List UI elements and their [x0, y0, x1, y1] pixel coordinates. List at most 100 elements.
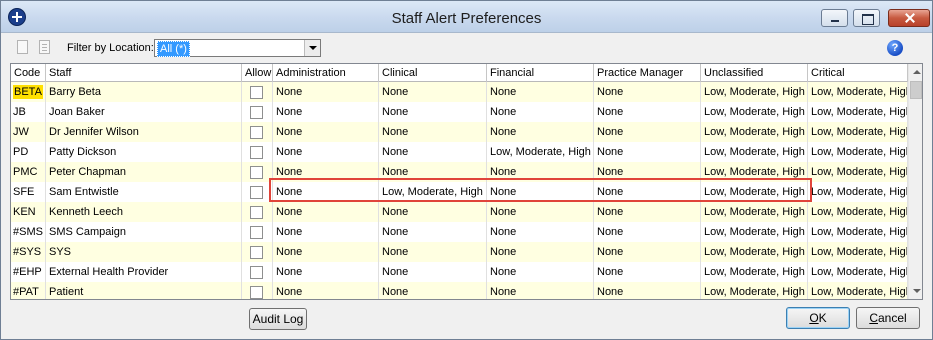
administration-cell[interactable]: None	[273, 82, 379, 102]
critical-cell[interactable]: Low, Moderate, High	[808, 282, 908, 299]
column-header-clinical[interactable]: Clinical	[379, 64, 487, 82]
practice-manager-cell[interactable]: None	[594, 222, 701, 242]
code-cell[interactable]: PD	[11, 142, 46, 162]
allow-checkbox[interactable]	[250, 186, 263, 199]
scroll-up-icon[interactable]	[909, 64, 922, 81]
allow-cell[interactable]	[242, 102, 273, 122]
code-cell[interactable]: #EHP	[11, 262, 46, 282]
allow-checkbox[interactable]	[250, 286, 263, 299]
allow-checkbox[interactable]	[250, 146, 263, 159]
unclassified-cell[interactable]: Low, Moderate, High	[701, 102, 808, 122]
unclassified-cell[interactable]: Low, Moderate, High	[701, 82, 808, 102]
clinical-cell[interactable]: None	[379, 102, 487, 122]
staff-cell[interactable]: Kenneth Leech	[46, 202, 242, 222]
allow-cell[interactable]	[242, 82, 273, 102]
close-button[interactable]	[888, 9, 930, 27]
administration-cell[interactable]: None	[273, 122, 379, 142]
table-row[interactable]: BETA Barry Beta None None None None Low, Moder…	[11, 82, 908, 102]
table-row[interactable]: KEN Kenneth Leech None None None None Low, Mod…	[11, 202, 908, 222]
administration-cell[interactable]: None	[273, 202, 379, 222]
allow-checkbox[interactable]	[250, 126, 263, 139]
critical-cell[interactable]: Low, Moderate, High	[808, 222, 908, 242]
table-row[interactable]: #EHP External Health Provider None None None…	[11, 262, 908, 282]
staff-cell[interactable]: Dr Jennifer Wilson	[46, 122, 242, 142]
code-cell[interactable]: JB	[11, 102, 46, 122]
allow-checkbox[interactable]	[250, 106, 263, 119]
critical-cell[interactable]: Low, Moderate, High	[808, 162, 908, 182]
practice-manager-cell[interactable]: None	[594, 122, 701, 142]
staff-cell[interactable]: SMS Campaign	[46, 222, 242, 242]
column-header-code[interactable]: Code	[11, 64, 46, 82]
practice-manager-cell[interactable]: None	[594, 102, 701, 122]
critical-cell[interactable]: Low, Moderate, High	[808, 182, 908, 202]
allow-checkbox[interactable]	[250, 266, 263, 279]
allow-cell[interactable]	[242, 282, 273, 299]
financial-cell[interactable]: None	[487, 102, 594, 122]
code-cell[interactable]: #SMS	[11, 222, 46, 242]
column-header-financial[interactable]: Financial	[487, 64, 594, 82]
filter-location-dropdown[interactable]: All (*)	[154, 39, 321, 57]
allow-cell[interactable]	[242, 262, 273, 282]
allow-cell[interactable]	[242, 242, 273, 262]
critical-cell[interactable]: Low, Moderate, High	[808, 242, 908, 262]
administration-cell[interactable]: None	[273, 262, 379, 282]
administration-cell[interactable]: None	[273, 282, 379, 299]
filter-location-value[interactable]: All (*)	[157, 41, 190, 57]
table-row[interactable]: #PAT Patient None None None None Low, Moderate…	[11, 282, 908, 299]
critical-cell[interactable]: Low, Moderate, High	[808, 142, 908, 162]
code-cell[interactable]: #PAT	[11, 282, 46, 299]
allow-cell[interactable]	[242, 202, 273, 222]
allow-checkbox[interactable]	[250, 166, 263, 179]
administration-cell[interactable]: None	[273, 102, 379, 122]
code-cell[interactable]: BETA	[11, 82, 46, 102]
staff-cell[interactable]: Joan Baker	[46, 102, 242, 122]
unclassified-cell[interactable]: Low, Moderate, High	[701, 282, 808, 299]
staff-cell[interactable]: Barry Beta	[46, 82, 242, 102]
allow-cell[interactable]	[242, 122, 273, 142]
staff-cell[interactable]: Sam Entwistle	[46, 182, 242, 202]
staff-cell[interactable]: External Health Provider	[46, 262, 242, 282]
financial-cell[interactable]: None	[487, 222, 594, 242]
financial-cell[interactable]: None	[487, 82, 594, 102]
code-cell[interactable]: JW	[11, 122, 46, 142]
financial-cell[interactable]: None	[487, 122, 594, 142]
clinical-cell[interactable]: None	[379, 222, 487, 242]
clinical-cell[interactable]: None	[379, 202, 487, 222]
unclassified-cell[interactable]: Low, Moderate, High	[701, 142, 808, 162]
allow-checkbox[interactable]	[250, 206, 263, 219]
practice-manager-cell[interactable]: None	[594, 282, 701, 299]
allow-checkbox[interactable]	[250, 246, 263, 259]
help-icon[interactable]: ?	[887, 40, 903, 56]
code-cell[interactable]: PMC	[11, 162, 46, 182]
clinical-cell[interactable]: None	[379, 142, 487, 162]
allow-cell[interactable]	[242, 222, 273, 242]
staff-alert-grid[interactable]: Code Staff Allow Administration Clinical Fina…	[10, 63, 923, 300]
clinical-cell[interactable]: None	[379, 262, 487, 282]
staff-cell[interactable]: SYS	[46, 242, 242, 262]
critical-cell[interactable]: Low, Moderate, High	[808, 102, 908, 122]
column-header-practice-manager[interactable]: Practice Manager	[594, 64, 701, 82]
allow-checkbox[interactable]	[250, 226, 263, 239]
unclassified-cell[interactable]: Low, Moderate, High	[701, 262, 808, 282]
financial-cell[interactable]: Low, Moderate, High	[487, 142, 594, 162]
clinical-cell[interactable]: None	[379, 122, 487, 142]
code-cell[interactable]: KEN	[11, 202, 46, 222]
financial-cell[interactable]: None	[487, 242, 594, 262]
financial-cell[interactable]: None	[487, 202, 594, 222]
column-header-allow[interactable]: Allow	[242, 64, 273, 82]
administration-cell[interactable]: None	[273, 142, 379, 162]
practice-manager-cell[interactable]: None	[594, 262, 701, 282]
ok-button[interactable]: OK	[786, 307, 850, 329]
practice-manager-cell[interactable]: None	[594, 202, 701, 222]
administration-cell[interactable]: None	[273, 222, 379, 242]
administration-cell[interactable]: None	[273, 242, 379, 262]
table-row[interactable]: JB Joan Baker None None None None Low, Moderat…	[11, 102, 908, 122]
unclassified-cell[interactable]: Low, Moderate, High	[701, 202, 808, 222]
staff-cell[interactable]: Peter Chapman	[46, 162, 242, 182]
column-header-unclassified[interactable]: Unclassified	[701, 64, 808, 82]
staff-cell[interactable]: Patty Dickson	[46, 142, 242, 162]
table-row[interactable]: #SYS SYS None None None None Low, Moderate, Hi…	[11, 242, 908, 262]
critical-cell[interactable]: Low, Moderate, High	[808, 262, 908, 282]
column-header-critical[interactable]: Critical	[808, 64, 908, 82]
financial-cell[interactable]: None	[487, 282, 594, 299]
